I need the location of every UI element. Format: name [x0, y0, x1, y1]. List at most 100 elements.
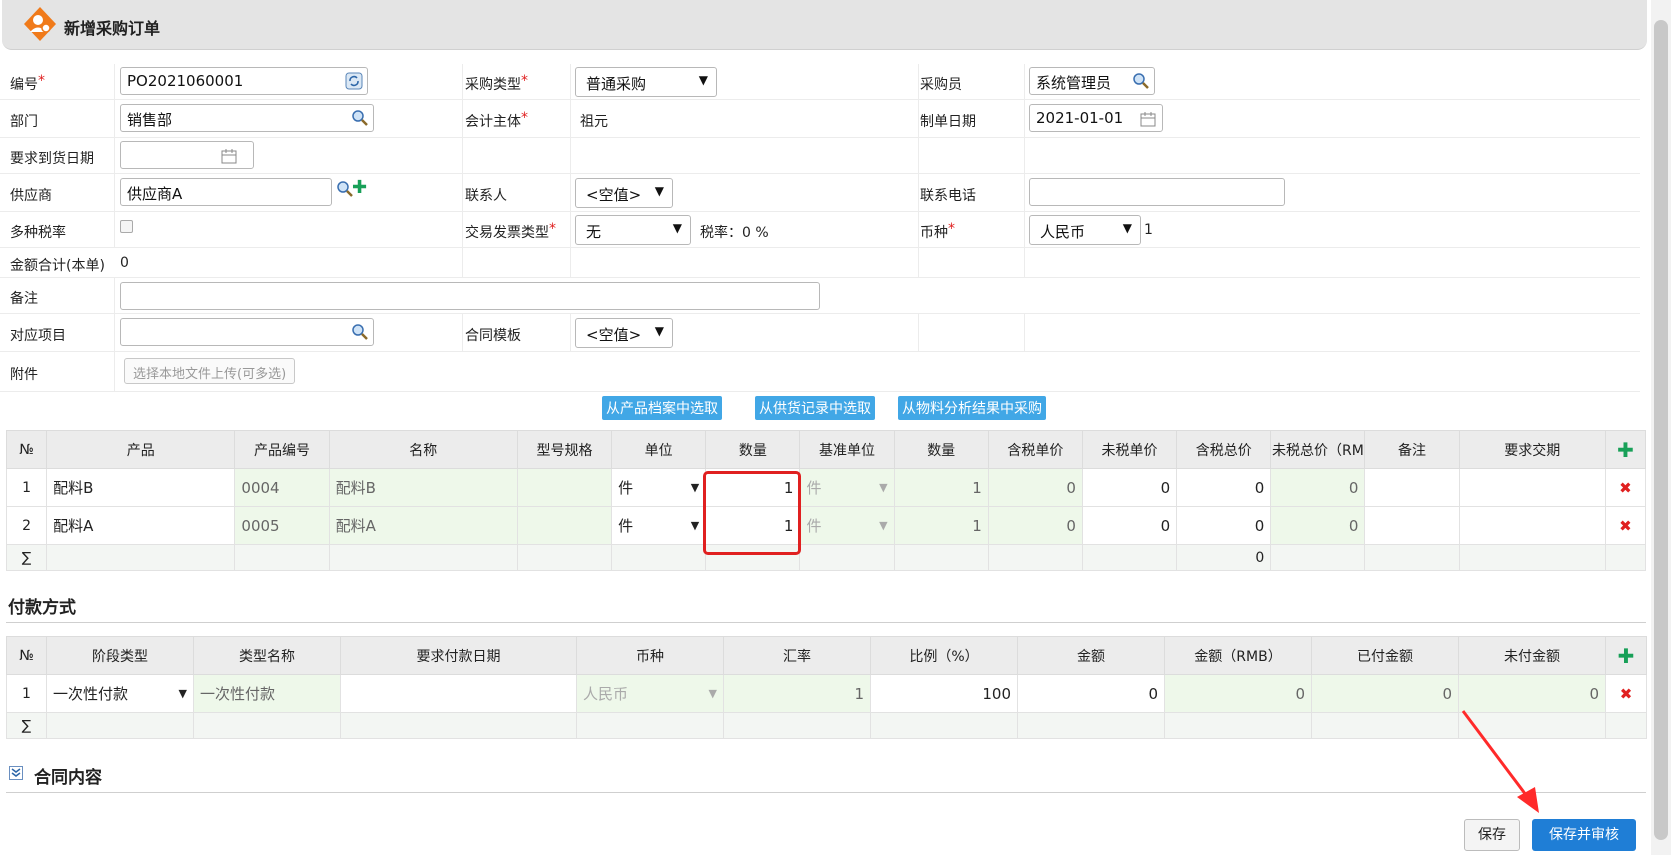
pay-date-input[interactable] — [340, 674, 577, 713]
ratio-input[interactable]: 100 — [870, 674, 1018, 713]
col-header: № — [6, 636, 47, 675]
form-row-1: 编号* PO2021060001 采购类型* 普通采购 ▼ 采购员 系统管理员 — [0, 64, 1640, 100]
form-row-4: 供应商 供应商A ✚ 联系人 <空值> ▼ 联系电话 — [0, 174, 1640, 212]
phone-input[interactable] — [1029, 178, 1285, 206]
collapse-icon[interactable] — [9, 766, 23, 780]
chevron-down-icon: ▼ — [879, 519, 888, 532]
total-tax-input[interactable]: 0 — [1176, 468, 1272, 507]
search-icon[interactable] — [351, 109, 369, 127]
pick-material-button[interactable]: 从物料分析结果中采购 — [898, 396, 1046, 420]
total-value: 0 — [120, 255, 129, 271]
sum-row: ∑ 0 — [5, 544, 1647, 571]
multi-tax-checkbox[interactable] — [120, 220, 133, 233]
total-tax-input[interactable]: 0 — [1176, 506, 1272, 545]
sum-symbol: ∑ — [5, 544, 48, 571]
search-icon[interactable] — [1132, 72, 1150, 90]
number-input[interactable]: PO2021060001 — [120, 67, 368, 95]
chevron-down-icon: ▼ — [178, 687, 187, 700]
multi-tax-label: 多种税率 — [10, 225, 66, 241]
col-header: 类型名称 — [193, 636, 341, 675]
upload-button[interactable]: 选择本地文件上传(可多选) — [124, 358, 296, 384]
contract-tpl-select[interactable]: <空值> ▼ — [575, 318, 673, 348]
col-header: 未税总价（RM — [1270, 430, 1366, 469]
buyer-input[interactable]: 系统管理员 — [1029, 67, 1155, 95]
remark-cell[interactable] — [1364, 468, 1460, 507]
sum-total: 0 — [1176, 544, 1272, 571]
col-header: 未税单价 — [1081, 430, 1178, 469]
supplier-label: 供应商 — [10, 188, 52, 204]
vertical-scrollbar[interactable] — [1651, 0, 1671, 855]
unit-select[interactable]: 件 ▼ — [611, 468, 707, 507]
form-row-3: 要求到货日期 — [0, 138, 1640, 174]
currency-select[interactable]: 人民币 ▼ — [1029, 215, 1141, 245]
add-supplier-icon[interactable]: ✚ — [352, 177, 367, 198]
calendar-icon[interactable] — [1140, 111, 1156, 127]
price-notax-input[interactable]: 0 — [1081, 506, 1178, 545]
col-header: 金额 — [1017, 636, 1165, 675]
project-label: 对应项目 — [10, 328, 66, 344]
add-row-icon[interactable]: ✚ — [1617, 438, 1634, 462]
col-header: 汇率 — [723, 636, 871, 675]
chevron-down-icon: ▼ — [654, 324, 664, 338]
chevron-down-icon: ▼ — [708, 687, 717, 700]
col-header: 产品 — [46, 430, 236, 469]
table-row: 2 配料A 0005 配料A 件 ▼ 1 件 ▼ 1 0 0 0 0 ✖ — [5, 506, 1647, 545]
col-header: 比例（%） — [870, 636, 1018, 675]
contact-label: 联系人 — [465, 188, 507, 204]
form-row-9: 附件 选择本地文件上传(可多选) — [0, 352, 1640, 392]
contact-select[interactable]: <空值> ▼ — [575, 178, 673, 208]
tax-rate-text: 税率：0 % — [700, 225, 769, 241]
col-header: 已付金额 — [1311, 636, 1459, 675]
chevron-down-icon: ▼ — [690, 519, 700, 532]
amount-input[interactable]: 0 — [1017, 674, 1165, 713]
price-notax-input[interactable]: 0 — [1081, 468, 1178, 507]
unit-select[interactable]: 件 ▼ — [611, 506, 707, 545]
product-cell[interactable]: 配料B — [46, 468, 236, 507]
col-header: 要求交期 — [1458, 430, 1606, 469]
scrollbar-thumb[interactable] — [1654, 20, 1668, 840]
search-icon[interactable] — [351, 323, 369, 341]
save-button[interactable]: 保存 — [1464, 819, 1520, 851]
base-unit-select: 件 ▼ — [799, 506, 895, 545]
col-header: 备注 — [1364, 430, 1460, 469]
col-header: 要求付款日期 — [340, 636, 577, 675]
table-row: 1 一次性付款 ▼ 一次性付款 人民币 ▼ 1 100 0 0 0 0 ✖ — [6, 674, 1647, 713]
product-cell[interactable]: 配料A — [46, 506, 236, 545]
project-input[interactable] — [120, 318, 374, 346]
supplier-input[interactable]: 供应商A — [120, 178, 332, 206]
remark-input[interactable] — [120, 282, 820, 310]
product-table: № 产品 产品编号 名称 型号规格 单位 数量 基准单位 数量 含税单价 未税单… — [5, 430, 1647, 571]
stage-select[interactable]: 一次性付款 ▼ — [46, 674, 194, 713]
invoice-type-select[interactable]: 无 ▼ — [575, 215, 691, 245]
contract-title: 合同内容 — [34, 768, 102, 788]
payment-title: 付款方式 — [8, 598, 76, 618]
due-cell[interactable] — [1458, 506, 1606, 545]
calendar-icon[interactable] — [221, 148, 237, 164]
dept-label: 部门 — [10, 114, 38, 130]
qty-highlight-box — [703, 471, 801, 555]
title-bar: 新增采购订单 — [2, 0, 1647, 50]
delivery-date-label: 要求到货日期 — [10, 151, 94, 167]
delete-icon[interactable]: ✖ — [1605, 674, 1647, 713]
col-header: 含税总价 — [1176, 430, 1272, 469]
create-date-input[interactable]: 2021-01-01 — [1029, 104, 1163, 132]
chevron-down-icon: ▼ — [690, 481, 700, 494]
col-header: 含税单价 — [987, 430, 1083, 469]
due-cell[interactable] — [1458, 468, 1606, 507]
save-audit-button[interactable]: 保存并审核 — [1532, 819, 1636, 851]
payment-table-header: № 阶段类型 类型名称 要求付款日期 币种 汇率 比例（%） 金额 金额（RMB… — [6, 636, 1647, 675]
pick-product-button[interactable]: 从产品档案中选取 — [602, 396, 722, 420]
delivery-date-input[interactable] — [120, 141, 254, 169]
add-row-icon[interactable]: ✚ — [1618, 644, 1635, 668]
delete-icon[interactable]: ✖ — [1604, 468, 1647, 507]
remark-cell[interactable] — [1364, 506, 1460, 545]
refresh-icon[interactable] — [345, 72, 363, 90]
col-header: 数量 — [893, 430, 989, 469]
pick-supply-button[interactable]: 从供货记录中选取 — [755, 396, 875, 420]
dept-input[interactable]: 销售部 — [120, 104, 374, 132]
total-label: 金额合计(本单) — [10, 258, 105, 274]
delete-icon[interactable]: ✖ — [1604, 506, 1647, 545]
purchase-type-select[interactable]: 普通采购 ▼ — [575, 67, 717, 97]
form-row-5: 多种税率 交易发票类型* 无 ▼ 税率：0 % 币种* 人民币 ▼ 1 — [0, 212, 1640, 248]
chevron-down-icon: ▼ — [698, 73, 708, 87]
